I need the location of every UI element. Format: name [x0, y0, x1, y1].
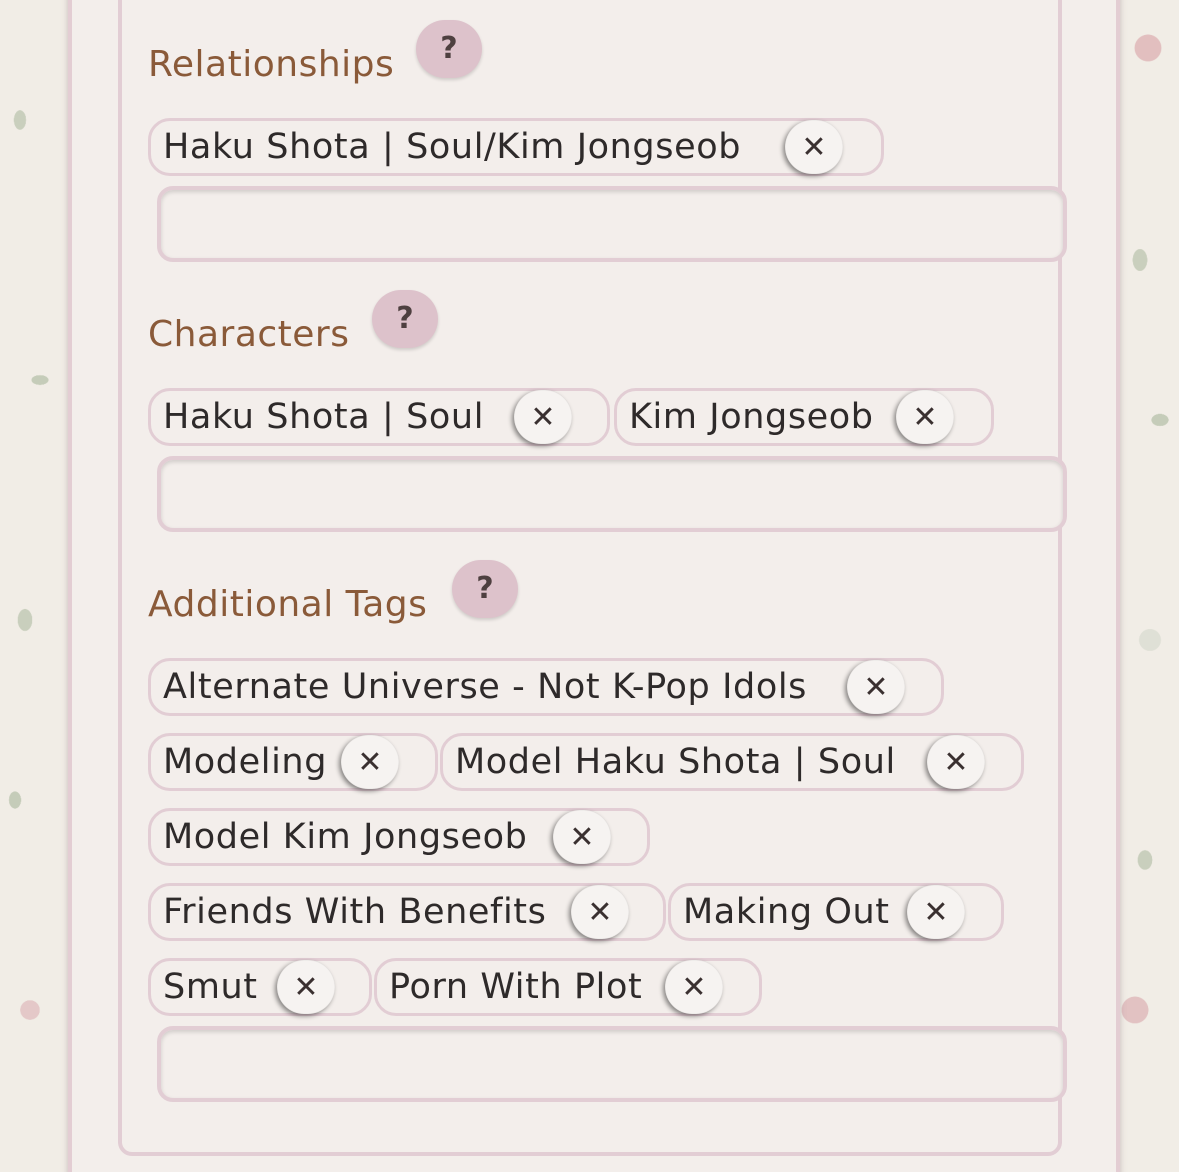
tag-additional: Friends With Benefits ✕	[148, 883, 666, 941]
tag-label: Model Haku Shota | Soul	[455, 741, 896, 782]
close-icon[interactable]: ✕	[571, 885, 629, 939]
relationships-input[interactable]	[157, 186, 1067, 262]
close-icon[interactable]: ✕	[665, 960, 723, 1014]
tag-additional: Smut ✕	[148, 958, 372, 1016]
close-icon[interactable]: ✕	[514, 390, 572, 444]
characters-label: Characters	[148, 314, 350, 355]
question-mark-icon: ?	[476, 571, 494, 606]
close-icon[interactable]: ✕	[341, 735, 399, 789]
question-mark-icon: ?	[396, 301, 414, 336]
close-icon[interactable]: ✕	[847, 660, 905, 714]
tag-label: Model Kim Jongseob	[163, 816, 528, 857]
tag-label: Kim Jongseob	[629, 396, 874, 437]
relationships-label: Relationships	[148, 44, 395, 85]
tag-additional: Model Haku Shota | Soul ✕	[440, 733, 1024, 791]
close-icon[interactable]: ✕	[553, 810, 611, 864]
characters-help-button[interactable]: ?	[372, 290, 438, 348]
close-icon[interactable]: ✕	[907, 885, 965, 939]
tag-label: Friends With Benefits	[163, 891, 547, 932]
tag-label: Smut	[163, 966, 258, 1007]
tag-character: Kim Jongseob ✕	[614, 388, 994, 446]
additional-tags-label: Additional Tags	[148, 584, 428, 625]
close-icon[interactable]: ✕	[277, 960, 335, 1014]
tag-additional: Model Kim Jongseob ✕	[148, 808, 650, 866]
tag-character: Haku Shota | Soul ✕	[148, 388, 610, 446]
question-mark-icon: ?	[440, 31, 458, 66]
characters-input[interactable]	[157, 456, 1067, 532]
additional-tags-help-button[interactable]: ?	[452, 560, 518, 618]
tag-additional: Alternate Universe - Not K-Pop Idols ✕	[148, 658, 944, 716]
close-icon[interactable]: ✕	[927, 735, 985, 789]
tag-relationship: Haku Shota | Soul/Kim Jongseob ✕	[148, 118, 884, 176]
tag-additional: Modeling ✕	[148, 733, 438, 791]
tag-additional: Porn With Plot ✕	[374, 958, 762, 1016]
close-icon[interactable]: ✕	[785, 120, 843, 174]
tag-label: Alternate Universe - Not K-Pop Idols	[163, 666, 807, 707]
relationships-help-button[interactable]: ?	[416, 20, 482, 78]
tag-label: Porn With Plot	[389, 966, 643, 1007]
tag-label: Haku Shota | Soul/Kim Jongseob	[163, 126, 742, 167]
tag-label: Modeling	[163, 741, 328, 782]
additional-tags-input[interactable]	[157, 1026, 1067, 1102]
tag-label: Making Out	[683, 891, 890, 932]
close-icon[interactable]: ✕	[896, 390, 954, 444]
tag-additional: Making Out ✕	[668, 883, 1004, 941]
tag-label: Haku Shota | Soul	[163, 396, 485, 437]
